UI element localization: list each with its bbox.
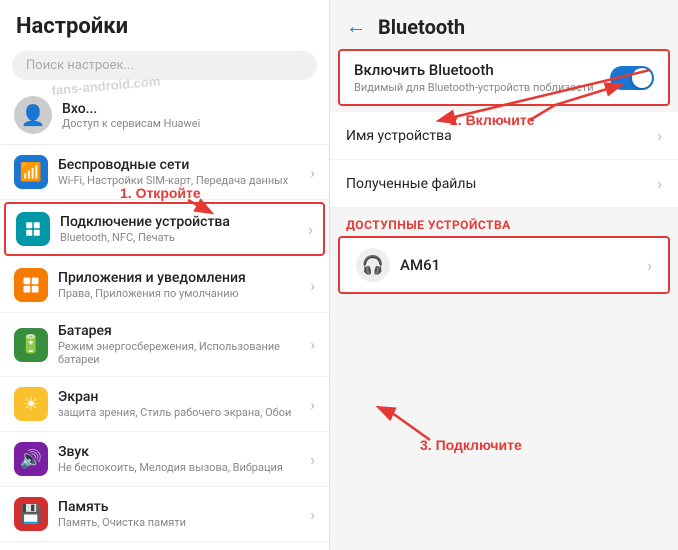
display-chevron: › (310, 395, 315, 414)
storage-title: Память (58, 499, 186, 515)
bt-toggle-label: Включить Bluetooth (354, 61, 594, 79)
settings-item-wireless[interactable]: 📶 Беспроводные сети Wi-Fi, Настройки SIM… (0, 145, 329, 200)
settings-title: Настройки (0, 0, 329, 47)
profile-sub: Доступ к сервисам Huawei (62, 117, 200, 130)
storage-icon: 💾 (14, 497, 48, 531)
display-icon: ☀ (14, 387, 48, 421)
left-panel: Настройки Поиск настроек... 👤 Вхо... Дос… (0, 0, 330, 550)
wireless-chevron: › (310, 163, 315, 182)
profile-row[interactable]: 👤 Вхо... Доступ к сервисам Huawei (0, 88, 329, 145)
device-connection-title: Подключение устройства (60, 214, 230, 230)
device-name-label: Имя устройства (346, 128, 657, 144)
settings-item-device-connection[interactable]: Подключение устройства Bluetooth, NFC, П… (4, 202, 325, 256)
device-name-chevron: › (657, 126, 662, 145)
settings-item-display[interactable]: ☀ Экран защита зрения, Стиль рабочего эк… (0, 377, 329, 432)
settings-item-battery[interactable]: 🔋 Батарея Режим энергосбережения, Исполь… (0, 313, 329, 377)
right-list-item-device-name[interactable]: Имя устройства › (330, 112, 678, 160)
bt-toggle-switch[interactable] (610, 66, 654, 90)
profile-name: Вхо... (62, 101, 200, 117)
avatar: 👤 (14, 96, 52, 134)
device-connection-icon (16, 212, 50, 246)
device-am61-chevron: › (647, 256, 652, 275)
bt-toggle-sub: Видимый для Bluetooth-устройств поблизос… (354, 81, 594, 94)
settings-item-apps[interactable]: Приложения и уведомления Права, Приложен… (0, 258, 329, 313)
display-title: Экран (58, 389, 291, 405)
apps-chevron: › (310, 276, 315, 295)
settings-item-sound[interactable]: 🔊 Звук Не беспокоить, Мелодия вызова, Ви… (0, 432, 329, 487)
back-arrow[interactable]: ← (346, 14, 366, 39)
wireless-title: Беспроводные сети (58, 157, 288, 173)
battery-chevron: › (310, 335, 315, 354)
settings-item-storage[interactable]: 💾 Память Память, Очистка памяти › (0, 487, 329, 542)
right-title: Bluetooth (378, 15, 465, 39)
section-header-available-devices: ДОСТУПНЫЕ УСТРОЙСТВА (330, 208, 678, 236)
apps-sub: Права, Приложения по умолчанию (58, 287, 246, 300)
apps-title: Приложения и уведомления (58, 270, 246, 286)
right-list-device-name-section: Имя устройства › Полученные файлы › (330, 112, 678, 208)
sound-title: Звук (58, 444, 283, 460)
sound-sub: Не беспокоить, Мелодия вызова, Вибрация (58, 461, 283, 474)
profile-text: Вхо... Доступ к сервисам Huawei (62, 101, 200, 130)
sound-chevron: › (310, 450, 315, 469)
settings-list: 📶 Беспроводные сети Wi-Fi, Настройки SIM… (0, 145, 329, 550)
received-files-chevron: › (657, 174, 662, 193)
right-content: Включить Bluetooth Видимый для Bluetooth… (330, 49, 678, 550)
device-row-am61[interactable]: 🎧 AM61 › (338, 236, 670, 294)
apps-icon (14, 268, 48, 302)
wireless-sub: Wi-Fi, Настройки SIM-карт, Передача данн… (58, 174, 288, 187)
sound-icon: 🔊 (14, 442, 48, 476)
device-connection-sub: Bluetooth, NFC, Печать (60, 231, 230, 244)
right-header: ← Bluetooth (330, 0, 678, 49)
search-bar[interactable]: Поиск настроек... (12, 51, 317, 80)
bt-toggle-section: Включить Bluetooth Видимый для Bluetooth… (338, 49, 670, 106)
right-panel: ← Bluetooth Включить Bluetooth Видимый д… (330, 0, 678, 550)
battery-sub: Режим энергосбережения, Использование ба… (58, 340, 310, 366)
device-name-am61: AM61 (400, 256, 647, 274)
wireless-icon: 📶 (14, 155, 48, 189)
storage-sub: Память, Очистка памяти (58, 516, 186, 529)
right-list-item-received-files[interactable]: Полученные файлы › (330, 160, 678, 208)
search-placeholder: Поиск настроек... (26, 58, 134, 73)
display-sub: защита зрения, Стиль рабочего экрана, Об… (58, 406, 291, 419)
received-files-label: Полученные файлы (346, 176, 657, 192)
storage-chevron: › (310, 505, 315, 524)
device-connection-chevron: › (308, 220, 313, 239)
device-headphones-icon: 🎧 (356, 248, 390, 282)
battery-icon: 🔋 (14, 328, 48, 362)
bt-toggle-row: Включить Bluetooth Видимый для Bluetooth… (354, 61, 654, 94)
battery-title: Батарея (58, 323, 310, 339)
